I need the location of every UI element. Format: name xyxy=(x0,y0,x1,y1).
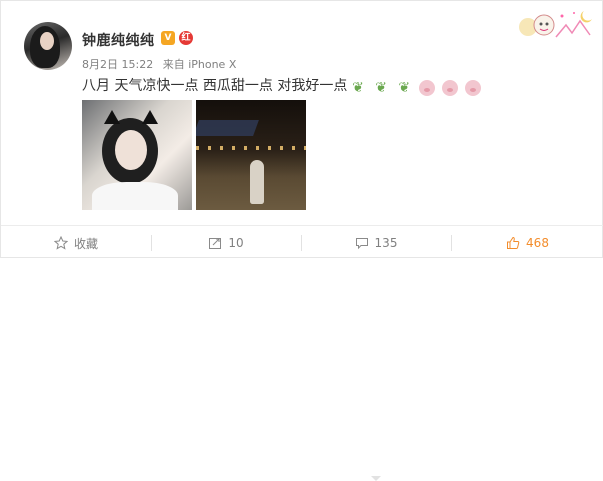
comment-icon xyxy=(355,238,368,250)
post-photo-airport[interactable] xyxy=(196,100,306,210)
favorite-label: 收藏 xyxy=(73,236,98,251)
leaf-emoji-icon: ❦ xyxy=(375,79,387,96)
runway-lights xyxy=(196,146,306,150)
weibo-post-card: 钟鹿纯纯纯 V 红 8月2日 15:22 来自 iPhone X 八月 天气凉快… xyxy=(0,0,603,481)
like-button[interactable]: 468 xyxy=(451,226,603,260)
avatar-face xyxy=(40,32,54,50)
post-text: 八月 天气凉快一点 西瓜甜一点 对我好一点 xyxy=(82,78,348,94)
pig-emoji-icon xyxy=(442,79,459,96)
post-time[interactable]: 8月2日 15:22 xyxy=(82,58,153,71)
star-icon xyxy=(53,236,68,250)
username[interactable]: 钟鹿纯纯纯 xyxy=(82,30,155,50)
airplane-shape xyxy=(196,120,259,136)
like-count: 468 xyxy=(526,236,549,250)
red-verified-badge-icon[interactable]: 红 xyxy=(179,31,193,45)
avatar[interactable] xyxy=(24,22,72,70)
post-meta: 8月2日 15:22 来自 iPhone X xyxy=(82,56,242,72)
post-source[interactable]: 来自 iPhone X xyxy=(163,58,237,71)
post-action-bar: 收藏 10 135 468 xyxy=(1,225,603,481)
thumbs-up-icon xyxy=(507,236,520,249)
photo-subject-face xyxy=(115,130,147,170)
repost-button[interactable]: 10 xyxy=(151,226,301,260)
post-photo-selfie[interactable] xyxy=(82,100,192,210)
comment-button[interactable]: 135 xyxy=(301,226,451,260)
emoji-row: ❦ ❦ ❦ xyxy=(350,77,483,96)
vip-badge-icon[interactable]: V xyxy=(161,31,175,45)
pig-emoji-icon xyxy=(465,79,482,96)
leaf-emoji-icon: ❦ xyxy=(398,79,411,96)
photo-subject-shirt xyxy=(92,182,178,210)
photo-person xyxy=(250,160,264,204)
comment-caret-icon xyxy=(371,476,381,481)
repost-count: 10 xyxy=(228,236,244,250)
decorative-header-icon xyxy=(519,11,592,38)
pig-emoji-icon xyxy=(419,79,436,96)
cat-ear-right xyxy=(142,110,158,124)
favorite-button[interactable]: 收藏 xyxy=(1,226,151,260)
leaf-emoji-icon: ❦ xyxy=(352,79,364,96)
comment-count: 135 xyxy=(374,236,398,250)
repost-icon xyxy=(209,238,222,249)
cat-ear-left xyxy=(104,110,120,124)
